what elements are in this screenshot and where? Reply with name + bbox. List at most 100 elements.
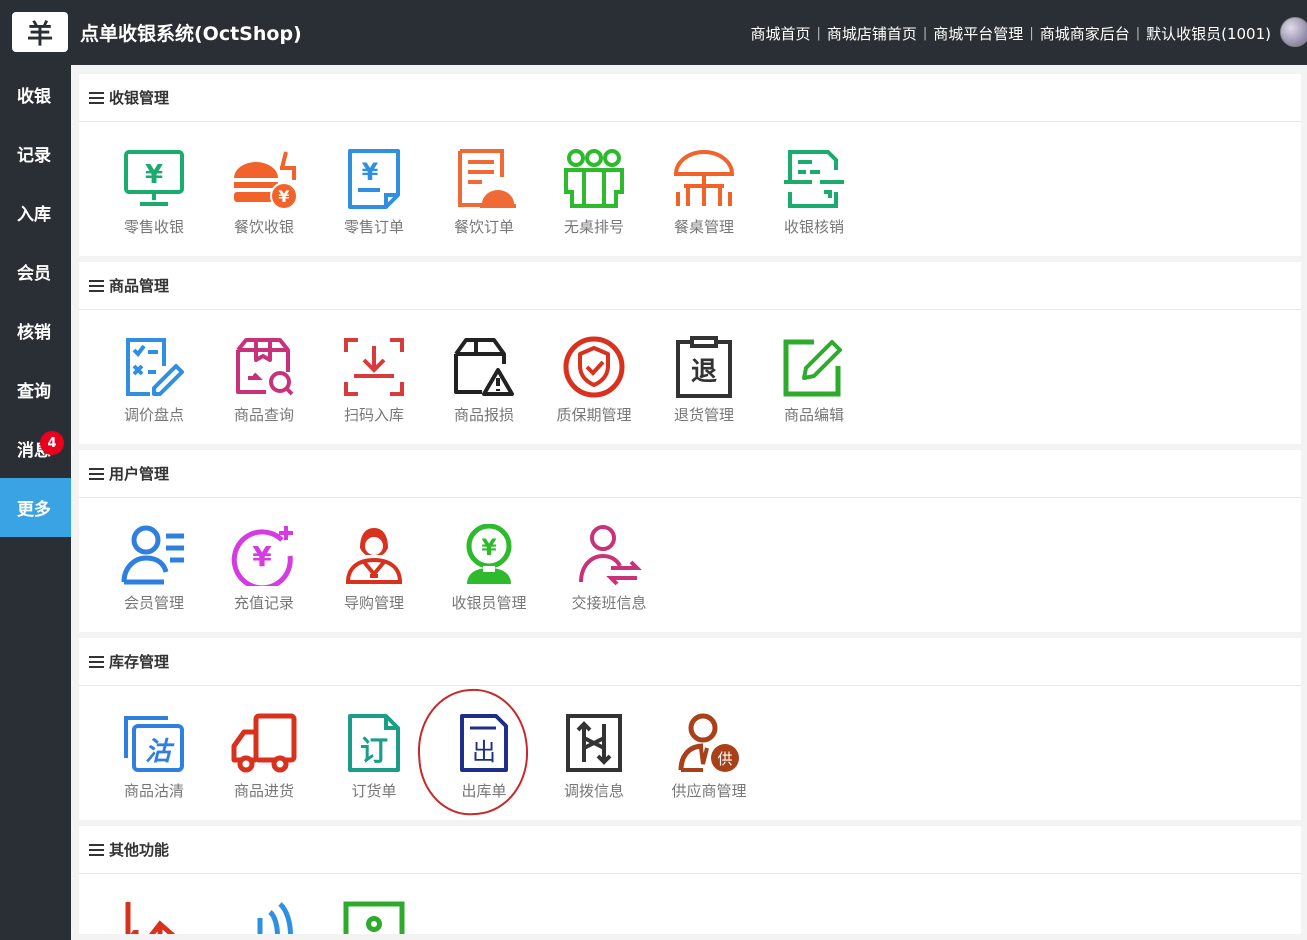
tile-transfer-info[interactable]: 调拨信息 [539,712,649,820]
tile-label: 交接班信息 [571,594,647,612]
tile-statistics[interactable] [99,900,209,934]
tile-cashier-verify[interactable]: 收银核销 [759,148,869,256]
tile-label: 商品查询 [233,406,294,424]
sidebar-item-label: 收银 [17,87,51,107]
svg-text:退: 退 [691,357,717,387]
order-form-icon: 订 [339,712,409,774]
svg-text:¥: ¥ [278,187,289,206]
tile-supplier-management[interactable]: 供 供应商管理 [649,712,769,820]
sidebar-item-verify[interactable]: 核销 [0,301,71,360]
sidebar-item-inbound[interactable]: 入库 [0,183,71,242]
sidebar-item-label: 查询 [17,382,51,402]
tile-label: 零售订单 [343,218,404,236]
svg-text:订: 订 [360,734,388,767]
tile-shopping-guide-management[interactable]: 导购管理 [319,524,429,632]
svg-text:¥: ¥ [481,536,497,561]
avatar[interactable] [1280,17,1307,47]
outbound-doc-icon: 出 [449,712,519,774]
sidebar: 收银 记录 入库 会员 核销 查询 消息 4 更多 [0,65,71,940]
top-header: 羊 点单收银系统(OctShop) 商城首页 | 商城店铺首页 | 商城平台管理… [0,0,1307,65]
nav-mall-home[interactable]: 商城首页 [750,23,810,44]
sidebar-item-cashier[interactable]: 收银 [0,65,71,124]
food-order-icon [449,148,519,210]
tile-label: 充值记录 [233,594,294,612]
tile-label: 出库单 [461,782,507,800]
cashier-icon: ¥ [454,524,524,586]
svg-text:¥: ¥ [145,160,163,190]
bar-chart-icon [119,900,189,934]
tile-label: 餐饮收银 [233,218,294,236]
checklist-pencil-icon [119,336,189,398]
tile-label: 质保期管理 [556,406,632,424]
truck-icon [229,712,299,774]
supplier-icon: 供 [674,712,744,774]
list-icon [89,467,104,480]
shop-assistant-icon [339,524,409,586]
app-logo[interactable]: 羊 [12,12,68,52]
tile-label: 会员管理 [123,594,184,612]
nav-store-home[interactable]: 商城店铺首页 [827,23,917,44]
nav-platform-admin[interactable]: 商城平台管理 [933,23,1023,44]
nav-cashier-user[interactable]: 默认收银员(1001) [1146,23,1271,44]
svg-text:出: 出 [472,738,496,766]
section-header: 其他功能 [79,826,1301,874]
tile-label: 扫码入库 [343,406,404,424]
sidebar-item-members[interactable]: 会员 [0,242,71,301]
tile-label: 导购管理 [343,594,404,612]
tile-label: 收银核销 [783,218,844,236]
tile-product-query[interactable]: 商品查询 [209,336,319,444]
tile-label: 餐桌管理 [673,218,734,236]
sidebar-item-label: 会员 [17,264,51,284]
tile-queue-numbers[interactable]: 无桌排号 [539,148,649,256]
tile-recharge-records[interactable]: ¥ 充值记录 [209,524,319,632]
tile-settings[interactable] [319,900,429,934]
tile-return-management[interactable]: 退 退货管理 [649,336,759,444]
tile-member-management[interactable]: 会员管理 [99,524,209,632]
tile-product-purchase[interactable]: 商品进货 [209,712,319,820]
tile-shift-handover[interactable]: 交接班信息 [549,524,669,632]
tile-product-loss[interactable]: 商品报损 [429,336,539,444]
tile-price-inventory[interactable]: 调价盘点 [99,336,209,444]
app-title: 点单收银系统(OctShop) [80,23,302,45]
section-cashier-management: 收银管理 ¥ 零售收银 ¥ 餐饮收银 ¥ 零售订单 餐饮订单 无桌排号 餐桌管理… [79,74,1301,256]
sidebar-item-messages[interactable]: 消息 4 [0,419,71,478]
sidebar-item-label: 入库 [17,205,51,225]
tile-catering-cashier[interactable]: ¥ 餐饮收银 [209,148,319,256]
tile-outbound-order[interactable]: 出 出库单 [429,712,539,820]
tile-table-management[interactable]: 餐桌管理 [649,148,759,256]
nav-merchant-admin[interactable]: 商城商家后台 [1040,23,1130,44]
scan-verify-icon [779,148,849,210]
tile-retail-cashier[interactable]: ¥ 零售收银 [99,148,209,256]
top-nav: 商城首页 | 商城店铺首页 | 商城平台管理 | 商城商家后台 | 默认收银员(… [750,23,1271,44]
sidebar-item-more[interactable]: 更多 [0,478,71,537]
section-header: 商品管理 [79,262,1301,310]
tile-product-edit[interactable]: 商品编辑 [759,336,869,444]
nav-separator: | [1029,26,1034,41]
sidebar-item-label: 核销 [17,323,51,343]
tile-catering-orders[interactable]: 餐饮订单 [429,148,539,256]
section-title: 其他功能 [109,841,170,859]
yen-document-icon: ¥ [339,148,409,210]
tile-cashier-management[interactable]: ¥ 收银员管理 [429,524,549,632]
tile-purchase-order[interactable]: 订 订货单 [319,712,429,820]
tile-warranty-management[interactable]: 质保期管理 [539,336,649,444]
svg-text:供: 供 [717,750,732,768]
tile-label: 退货管理 [673,406,734,424]
tile-scan-inbound[interactable]: 扫码入库 [319,336,429,444]
shield-check-icon [559,336,629,398]
edit-square-icon [779,336,849,398]
list-icon [89,91,104,104]
sold-out-icon: 沽 [119,712,189,774]
tile-voice[interactable] [209,900,319,934]
list-icon [89,843,104,856]
tile-retail-orders[interactable]: ¥ 零售订单 [319,148,429,256]
tile-label: 无桌排号 [563,218,624,236]
nav-separator: | [1135,26,1141,41]
people-queue-icon [559,148,629,210]
section-title: 用户管理 [109,465,170,483]
settings-doc-icon [339,900,409,934]
tile-sold-out[interactable]: 沽 商品沽清 [99,712,209,820]
sidebar-item-query[interactable]: 查询 [0,360,71,419]
main-content: 收银管理 ¥ 零售收银 ¥ 餐饮收银 ¥ 零售订单 餐饮订单 无桌排号 餐桌管理… [79,74,1301,940]
sidebar-item-records[interactable]: 记录 [0,124,71,183]
